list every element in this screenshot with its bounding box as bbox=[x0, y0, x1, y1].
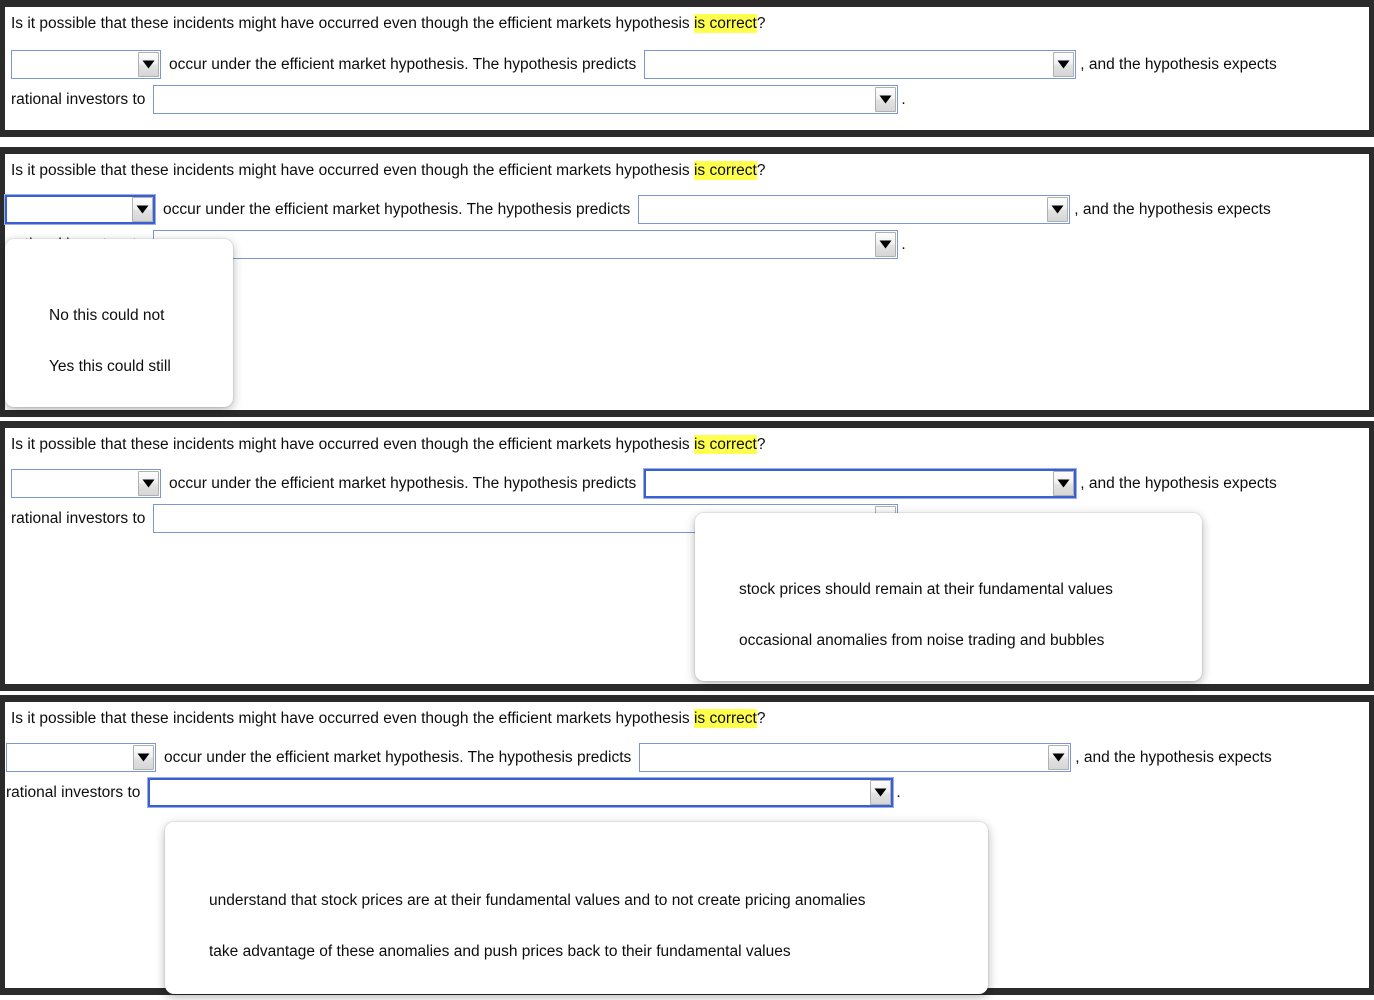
dropdown-option[interactable]: Yes this could still bbox=[49, 358, 171, 376]
triangle-down-icon[interactable] bbox=[1053, 52, 1075, 77]
question-text-after: ? bbox=[756, 15, 766, 32]
sentence-part3: rational investors to bbox=[6, 783, 141, 801]
screenshot-root: Is it possible that these incidents migh… bbox=[0, 0, 1374, 1000]
possibility-select-value bbox=[17, 51, 136, 78]
expectation-select[interactable] bbox=[153, 230, 899, 259]
question-highlight: is correct bbox=[693, 161, 757, 180]
prediction-select[interactable] bbox=[644, 50, 1077, 79]
question-text-before: Is it possible that these incidents migh… bbox=[11, 710, 694, 727]
question-text-after: ? bbox=[756, 162, 766, 179]
triangle-down-icon[interactable] bbox=[1047, 197, 1069, 222]
possibility-select-value bbox=[12, 197, 129, 222]
question-prompt: Is it possible that these incidents migh… bbox=[11, 709, 766, 728]
prediction-select-value bbox=[644, 196, 1045, 223]
possibility-select[interactable] bbox=[11, 469, 161, 498]
sentence-period: . bbox=[901, 90, 906, 108]
sentence-row-1: occur under the efficient market hypothe… bbox=[6, 743, 1272, 772]
sentence-period: . bbox=[901, 235, 906, 253]
question-text-before: Is it possible that these incidents migh… bbox=[11, 15, 694, 32]
triangle-down-icon[interactable] bbox=[132, 197, 153, 222]
triangle-down-icon[interactable] bbox=[133, 745, 154, 770]
triangle-down-icon[interactable] bbox=[138, 471, 159, 496]
sentence-part2: , and the hypothesis expects bbox=[1080, 55, 1277, 73]
prediction-select-value bbox=[650, 51, 1051, 78]
question-highlight: is correct bbox=[693, 14, 757, 33]
expectation-select-value bbox=[159, 231, 873, 258]
triangle-down-icon[interactable] bbox=[875, 87, 897, 112]
sentence-part1: occur under the efficient market hypothe… bbox=[164, 748, 632, 766]
sentence-row-2: rational investors to . bbox=[11, 85, 906, 114]
question-highlight: is correct bbox=[693, 435, 757, 454]
panel-3-content: Is it possible that these incidents migh… bbox=[5, 428, 1369, 684]
question-text-after: ? bbox=[756, 710, 766, 727]
panel-4-content: Is it possible that these incidents migh… bbox=[5, 702, 1369, 994]
possibility-select[interactable] bbox=[11, 50, 161, 79]
sentence-row-1: occur under the efficient market hypothe… bbox=[11, 50, 1277, 79]
question-panel-4: Is it possible that these incidents migh… bbox=[0, 695, 1374, 995]
possibility-select-value bbox=[17, 470, 136, 497]
prediction-select[interactable] bbox=[644, 469, 1077, 498]
question-prompt: Is it possible that these incidents migh… bbox=[11, 161, 766, 180]
sentence-period: . bbox=[896, 783, 901, 801]
question-panel-3: Is it possible that these incidents migh… bbox=[0, 421, 1374, 691]
expectation-select-value bbox=[159, 86, 873, 113]
expectation-select[interactable] bbox=[153, 85, 899, 114]
question-prompt: Is it possible that these incidents migh… bbox=[11, 435, 766, 454]
expectation-select-value bbox=[155, 780, 867, 805]
sentence-row-2: rational investors to . bbox=[6, 778, 901, 807]
sentence-row-1: occur under the efficient market hypothe… bbox=[11, 469, 1277, 498]
dropdown-option[interactable]: take advantage of these anomalies and pu… bbox=[209, 943, 791, 961]
sentence-part2: , and the hypothesis expects bbox=[1075, 748, 1272, 766]
sentence-row-1: occur under the efficient market hypothe… bbox=[5, 195, 1271, 224]
possibility-select-value bbox=[12, 744, 131, 771]
question-panel-2: Is it possible that these incidents migh… bbox=[0, 147, 1374, 417]
possibility-select[interactable] bbox=[6, 743, 156, 772]
dropdown-option[interactable]: occasional anomalies from noise trading … bbox=[739, 632, 1104, 650]
question-highlight: is correct bbox=[693, 709, 757, 728]
sentence-part1: occur under the efficient market hypothe… bbox=[163, 200, 631, 218]
triangle-down-icon[interactable] bbox=[870, 780, 892, 805]
triangle-down-icon[interactable] bbox=[138, 52, 159, 77]
expectation-dropdown-menu[interactable]: understand that stock prices are at thei… bbox=[165, 822, 988, 994]
dropdown-option[interactable]: understand that stock prices are at thei… bbox=[209, 892, 866, 910]
possibility-select[interactable] bbox=[5, 195, 155, 224]
sentence-part2: , and the hypothesis expects bbox=[1074, 200, 1271, 218]
prediction-dropdown-menu[interactable]: stock prices should remain at their fund… bbox=[695, 513, 1202, 681]
sentence-part1: occur under the efficient market hypothe… bbox=[169, 55, 637, 73]
triangle-down-icon[interactable] bbox=[1053, 471, 1075, 496]
prediction-select[interactable] bbox=[638, 195, 1071, 224]
prediction-select-value bbox=[645, 744, 1046, 771]
triangle-down-icon[interactable] bbox=[1048, 745, 1070, 770]
panel-2-content: Is it possible that these incidents migh… bbox=[5, 154, 1369, 410]
sentence-part1: occur under the efficient market hypothe… bbox=[169, 474, 637, 492]
triangle-down-icon[interactable] bbox=[875, 232, 897, 257]
sentence-part2: , and the hypothesis expects bbox=[1080, 474, 1277, 492]
dropdown-option[interactable]: stock prices should remain at their fund… bbox=[739, 581, 1113, 599]
question-text-before: Is it possible that these incidents migh… bbox=[11, 436, 694, 453]
sentence-part3: rational investors to bbox=[11, 90, 146, 108]
question-text-before: Is it possible that these incidents migh… bbox=[11, 162, 694, 179]
dropdown-option[interactable]: No this could not bbox=[49, 307, 164, 325]
expectation-select[interactable] bbox=[148, 778, 894, 807]
question-prompt: Is it possible that these incidents migh… bbox=[11, 14, 766, 33]
possibility-dropdown-menu[interactable]: No this could not Yes this could still bbox=[5, 239, 233, 407]
question-panel-1: Is it possible that these incidents migh… bbox=[0, 0, 1374, 137]
sentence-part3: rational investors to bbox=[11, 509, 146, 527]
panel-1-content: Is it possible that these incidents migh… bbox=[5, 7, 1369, 130]
prediction-select[interactable] bbox=[639, 743, 1072, 772]
prediction-select-value bbox=[651, 471, 1050, 496]
question-text-after: ? bbox=[756, 436, 766, 453]
